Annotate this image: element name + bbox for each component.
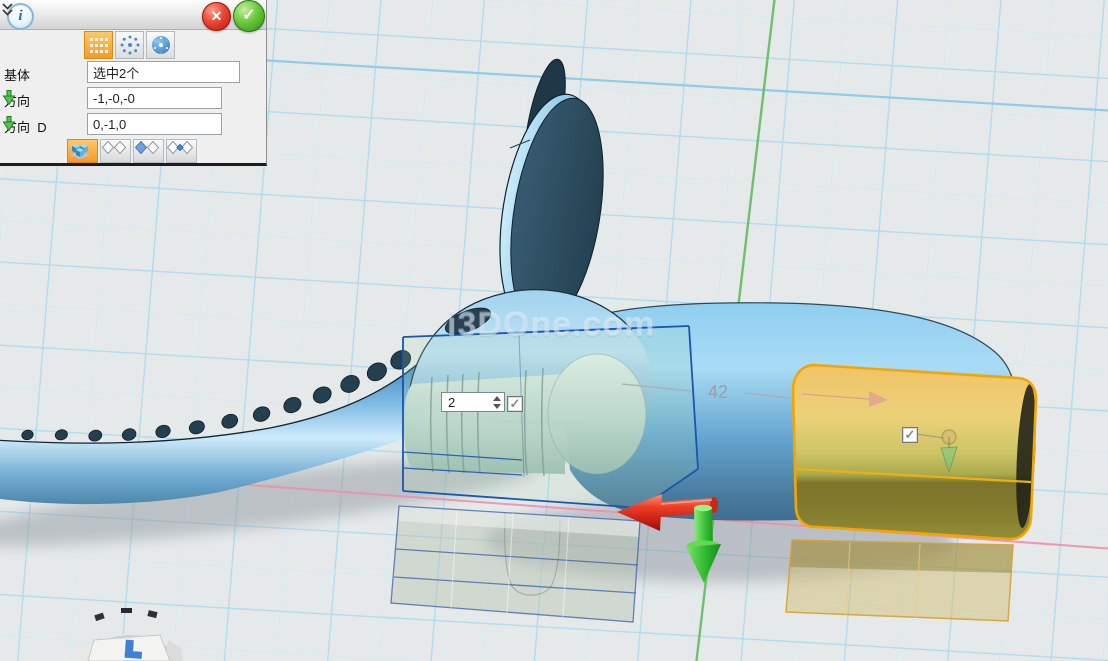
sphere-pattern-icon	[152, 36, 170, 54]
instance-checkbox-left[interactable]: ✓	[507, 396, 523, 412]
selection-box-blue	[403, 326, 698, 508]
dimension-label: 42	[708, 382, 728, 402]
instance-checkbox-right[interactable]: ✓	[902, 427, 918, 443]
cancel-button[interactable]: ✕	[202, 2, 231, 31]
pattern-instances-button[interactable]	[67, 139, 98, 163]
mode-first-button[interactable]	[133, 139, 164, 163]
base-field-label: 基体	[4, 65, 30, 84]
spinner-up-icon[interactable]	[493, 396, 501, 401]
circular-pattern-icon	[128, 43, 132, 47]
mode-middle-button[interactable]	[166, 139, 197, 163]
cad-viewport[interactable]: 42	[0, 0, 1108, 661]
pattern-count-input[interactable]	[442, 393, 489, 411]
direction2-field-input[interactable]	[87, 113, 222, 135]
confirm-button[interactable]: ✓	[233, 0, 265, 32]
diamond-center-icon	[167, 140, 193, 155]
diamond-pair-icon	[101, 140, 127, 155]
spinner-buttons[interactable]	[489, 393, 504, 411]
pattern-preview-box-left	[391, 506, 640, 622]
pick-direction-icon[interactable]	[0, 89, 18, 107]
collapse-chevron-icon[interactable]	[0, 0, 15, 20]
diamond-filled-pair-icon	[134, 140, 160, 155]
circular-pattern-button[interactable]	[115, 31, 144, 59]
base-field-input[interactable]	[87, 61, 240, 83]
pattern-dialog: i ✕ ✓ 基体 方向 方向 D	[0, 0, 267, 166]
linear-pattern-icon	[90, 38, 93, 41]
pattern-preview-box-right	[786, 540, 1013, 621]
sphere-pattern-button[interactable]	[146, 31, 175, 59]
direction-field-input[interactable]	[87, 87, 222, 109]
selected-cylinder-yellow[interactable]	[793, 365, 1039, 539]
mode-both-button[interactable]	[100, 139, 131, 163]
linear-pattern-button[interactable]	[84, 31, 113, 59]
pick-direction2-icon[interactable]	[0, 115, 18, 133]
pattern-count-spinner[interactable]	[441, 392, 505, 412]
cubes-stack-icon	[68, 140, 92, 160]
spinner-down-icon[interactable]	[493, 404, 501, 409]
